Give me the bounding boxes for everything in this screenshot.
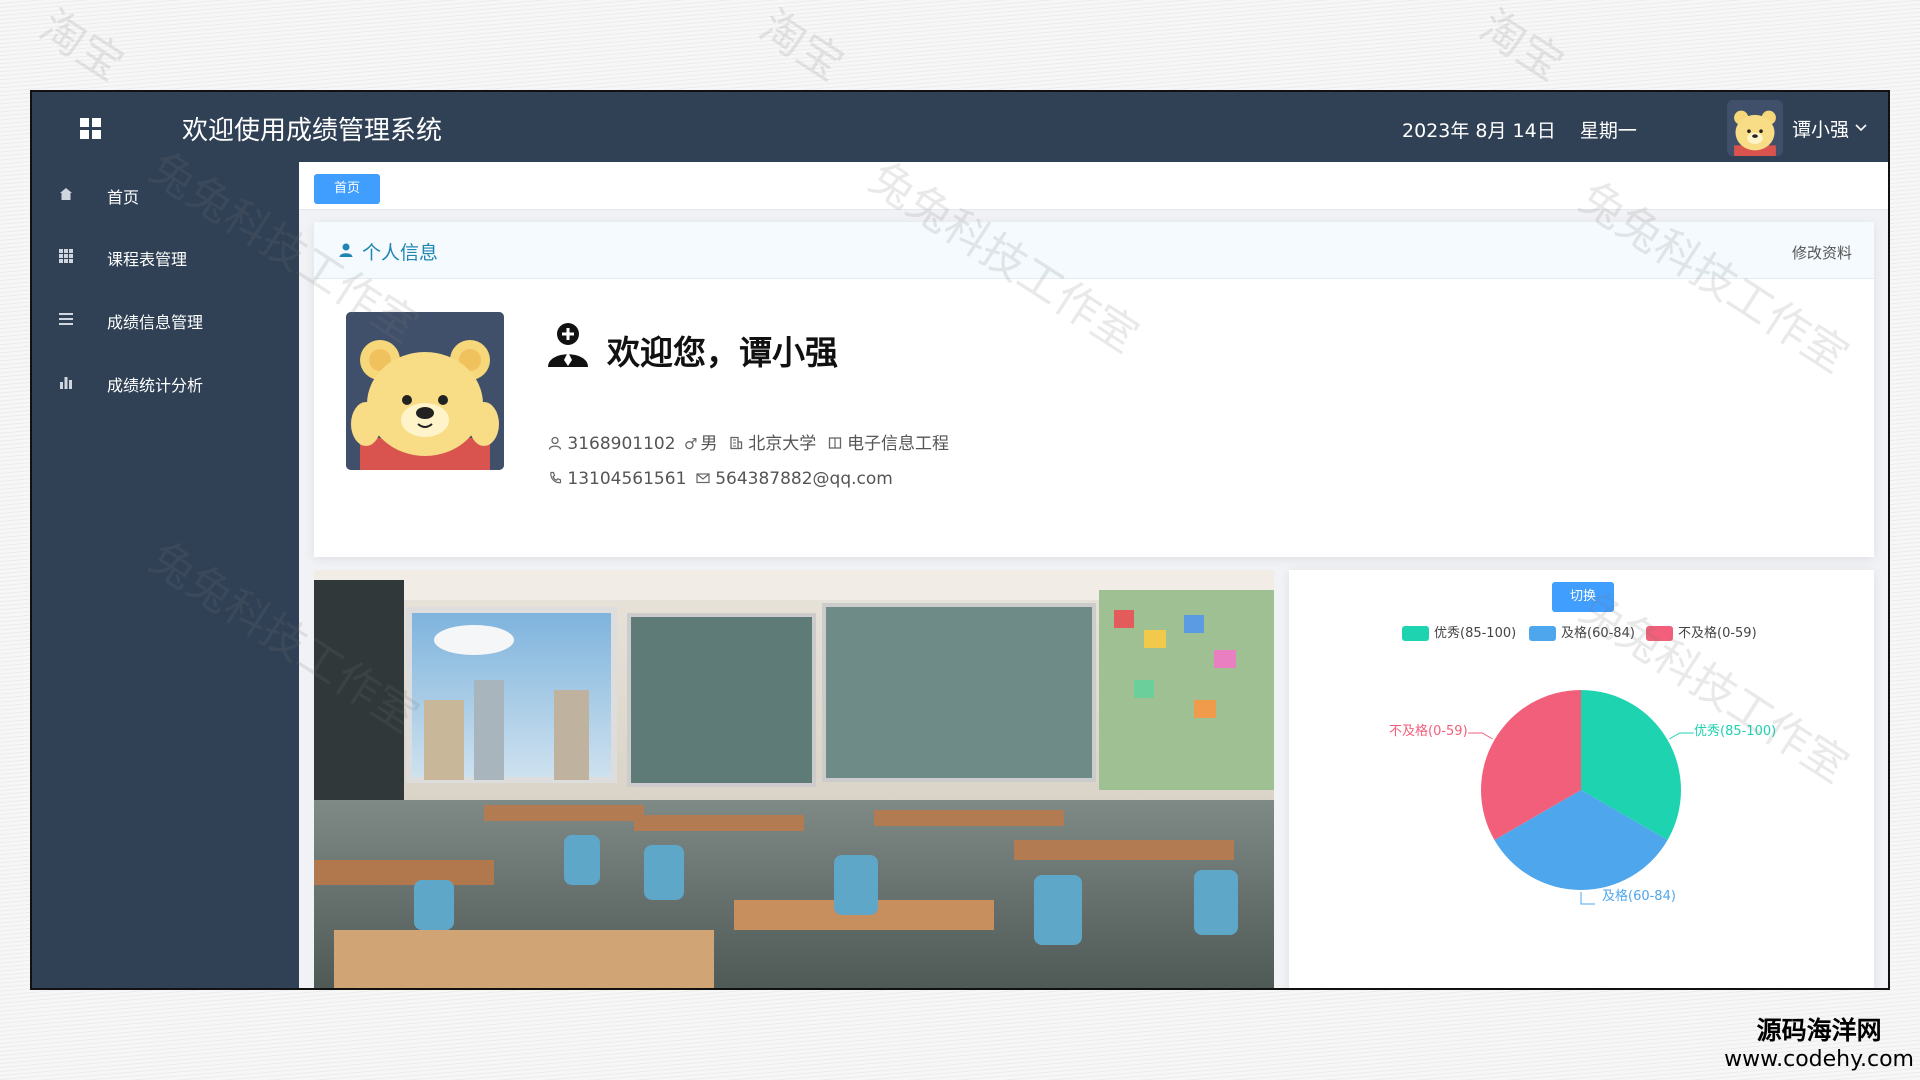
user-name[interactable]: 谭小强 <box>1792 115 1849 142</box>
edit-profile-link[interactable]: 修改资料 <box>1792 242 1852 263</box>
pie-label-pass: 及格(60-84) <box>1602 889 1676 904</box>
current-date: 2023年 8月 14日 星期一 <box>1402 116 1637 143</box>
profile-info-line: 3168901102 ♂ 男 北京大学 电子信息工程 <box>548 429 949 454</box>
book-icon <box>828 437 841 449</box>
gender: 男 <box>700 434 718 454</box>
person-icon <box>548 436 562 450</box>
pie-leader-line <box>1468 732 1493 740</box>
legend-swatch <box>1646 626 1673 641</box>
sidebar: 首页 课程表管理 成绩信息管理 成绩统计分析 <box>32 162 299 988</box>
main-content: 首页 个人信息 修改资料 欢迎您，谭小强 3168901102 ♂ 男 北京大学… <box>299 162 1888 988</box>
tabs-bar: 首页 <box>299 162 1888 210</box>
section-title: 个人信息 <box>362 242 439 264</box>
weekday-label: 星期一 <box>1579 120 1637 142</box>
chart-legend: 优秀(85-100) 及格(60-84) 不及格(0-59) <box>1289 622 1874 646</box>
sidebar-item-grade-stats[interactable]: 成绩统计分析 <box>32 358 299 408</box>
grid-icon[interactable] <box>80 118 102 140</box>
grid-icon <box>59 249 73 263</box>
list-icon <box>59 313 73 325</box>
legend-label: 及格(60-84) <box>1561 626 1635 641</box>
user-icon <box>339 243 353 257</box>
site-watermark: 源码海洋网 www.codehy.com <box>1724 1011 1914 1072</box>
site-watermark-title: 源码海洋网 <box>1756 1016 1882 1045</box>
sidebar-item-home[interactable]: 首页 <box>32 170 299 220</box>
sidebar-item-grade-info[interactable]: 成绩信息管理 <box>32 295 299 345</box>
home-icon <box>60 188 72 200</box>
pie-leader-line <box>1580 892 1595 905</box>
pie-leader-line <box>1669 732 1694 740</box>
top-header: 欢迎使用成绩管理系统 2023年 8月 14日 星期一 谭小强 <box>32 92 1888 162</box>
major: 电子信息工程 <box>847 434 950 454</box>
sidebar-item-course-schedule[interactable]: 课程表管理 <box>32 232 299 282</box>
watermark-text: 淘宝 <box>750 0 853 92</box>
sidebar-item-label: 成绩统计分析 <box>107 376 204 395</box>
profile-card-header: 个人信息 修改资料 <box>314 222 1874 279</box>
tab-home[interactable]: 首页 <box>314 174 380 204</box>
chevron-down-icon[interactable] <box>1854 121 1868 135</box>
welcome-message: 欢迎您，谭小强 <box>607 333 838 372</box>
legend-label: 不及格(0-59) <box>1678 626 1757 641</box>
legend-item[interactable]: 及格(60-84) <box>1529 622 1635 641</box>
profile-card: 个人信息 修改资料 欢迎您，谭小强 3168901102 ♂ 男 北京大学 电子… <box>314 222 1874 557</box>
legend-label: 优秀(85-100) <box>1434 626 1517 641</box>
building-icon <box>730 436 742 450</box>
site-watermark-url: www.codehy.com <box>1724 1047 1914 1072</box>
switch-chart-button[interactable]: 切换 <box>1552 582 1614 612</box>
legend-swatch <box>1402 626 1429 641</box>
legend-item[interactable]: 优秀(85-100) <box>1402 622 1516 641</box>
watermark-text: 淘宝 <box>1470 0 1573 92</box>
sidebar-item-label: 课程表管理 <box>107 250 188 269</box>
watermark-text: 淘宝 <box>30 0 133 92</box>
pie-label-fail: 不及格(0-59) <box>1389 724 1468 739</box>
sidebar-item-label: 成绩信息管理 <box>107 313 204 332</box>
phone-icon <box>550 471 562 484</box>
email: 564387882@qq.com <box>715 469 893 489</box>
pie-chart <box>1468 690 1694 905</box>
date-label: 2023年 8月 14日 <box>1402 120 1556 142</box>
bar-chart-icon <box>60 377 72 389</box>
app-window: 欢迎使用成绩管理系统 2023年 8月 14日 星期一 谭小强 首页 课程表管理… <box>30 90 1890 990</box>
male-icon: ♂ <box>683 435 698 453</box>
grade-chart-card: 切换 优秀(85-100) 及格(60-84) 不及格(0-59) 优秀(85-… <box>1289 570 1874 988</box>
pie-label-excellent: 优秀(85-100) <box>1694 724 1777 739</box>
phone: 13104561561 <box>567 469 687 489</box>
legend-item[interactable]: 不及格(0-59) <box>1646 622 1757 641</box>
sidebar-item-label: 首页 <box>107 188 140 207</box>
profile-contact-line: 13104561561 564387882@qq.com <box>548 469 893 489</box>
student-id: 3168901102 <box>567 434 676 454</box>
user-badge-icon <box>548 323 588 367</box>
classroom-image <box>314 570 1274 988</box>
app-title: 欢迎使用成绩管理系统 <box>182 116 443 146</box>
mail-icon <box>696 473 710 484</box>
avatar[interactable] <box>1727 100 1783 156</box>
legend-swatch <box>1529 626 1556 641</box>
school: 北京大学 <box>748 434 817 454</box>
profile-avatar <box>346 312 504 470</box>
